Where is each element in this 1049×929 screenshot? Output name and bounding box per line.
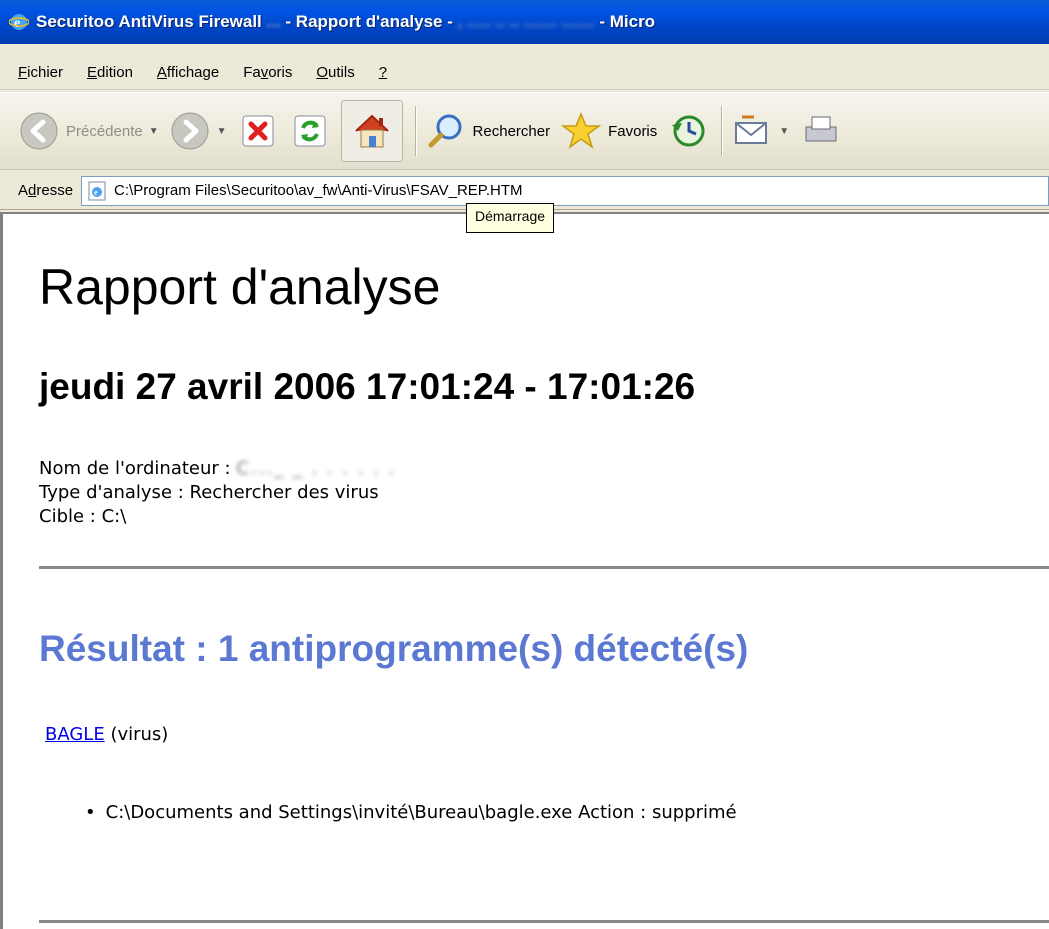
svg-text:e: e xyxy=(94,188,98,197)
stop-button[interactable] xyxy=(237,110,279,152)
stop-icon xyxy=(237,110,279,152)
print-icon xyxy=(799,110,841,152)
home-tooltip: Démarrage xyxy=(466,203,555,233)
threat-name-link[interactable]: BAGLE xyxy=(45,724,105,745)
back-label: Précédente xyxy=(66,122,143,140)
list-item: C:\Documents and Settings\invité\Bureau\… xyxy=(85,802,737,823)
history-button[interactable] xyxy=(667,110,709,152)
favorites-star-icon xyxy=(560,110,602,152)
menu-outils[interactable]: Outils xyxy=(316,64,354,81)
forward-dropdown-arrow-icon[interactable]: ▼ xyxy=(217,126,227,137)
scan-info: Nom de l'ordinateur : C..._ _ . . . . . … xyxy=(39,457,396,529)
window-title-bar[interactable]: e Securitoo AntiVirus Firewall ... - Rap… xyxy=(0,0,1049,44)
home-icon xyxy=(340,100,403,162)
threat-entry: BAGLE (virus) xyxy=(45,724,168,745)
report-title: Rapport d'analyse xyxy=(39,259,441,315)
favorites-button[interactable]: Favoris xyxy=(560,110,657,152)
refresh-button[interactable] xyxy=(289,110,331,152)
standard-toolbar: Précédente ▼ ▼ Rechercher Favoris ▼ xyxy=(0,92,1049,170)
menu-edition[interactable]: Edition xyxy=(87,64,133,81)
page-icon: e xyxy=(86,180,108,202)
back-button[interactable]: Précédente ▼ xyxy=(18,110,159,152)
forward-button[interactable]: ▼ xyxy=(169,110,227,152)
mail-dropdown-arrow-icon[interactable]: ▼ xyxy=(779,126,789,137)
history-icon xyxy=(667,110,709,152)
divider xyxy=(39,566,1049,569)
window-title: Securitoo AntiVirus Firewall ... - Rappo… xyxy=(36,12,656,31)
forward-icon xyxy=(169,110,211,152)
scan-target-line: Cible : C:\ xyxy=(39,506,127,527)
computer-name-line: Nom de l'ordinateur : C..._ _ . . . . . … xyxy=(39,458,397,479)
infected-files-list: C:\Documents and Settings\invité\Bureau\… xyxy=(85,802,737,823)
mail-icon xyxy=(731,110,773,152)
menu-fichier[interactable]: Fichier xyxy=(18,64,63,81)
menu-affichage[interactable]: Affichage xyxy=(157,64,219,81)
refresh-icon xyxy=(289,110,331,152)
address-url: C:\Program Files\Securitoo\av_fw\Anti-Vi… xyxy=(114,182,523,199)
favorites-label: Favoris xyxy=(608,122,658,140)
result-heading: Résultat : 1 antiprogramme(s) détecté(s) xyxy=(39,628,749,669)
menu-bar: Fichier Edition Affichage Favoris Outils… xyxy=(0,56,1049,90)
menu-help[interactable]: ? xyxy=(379,64,387,81)
divider xyxy=(39,920,1049,923)
toolbar-separator xyxy=(721,106,724,156)
scan-type-line: Type d'analyse : Rechercher des virus xyxy=(39,482,379,503)
page-content: Rapport d'analyse jeudi 27 avril 2006 17… xyxy=(0,212,1049,929)
search-icon xyxy=(425,110,467,152)
address-label: Adresse xyxy=(18,182,74,199)
menu-favoris[interactable]: Favoris xyxy=(243,64,292,81)
toolbar-separator xyxy=(414,106,417,156)
print-button[interactable] xyxy=(799,110,841,152)
search-button[interactable]: Rechercher xyxy=(425,110,551,152)
internet-explorer-icon: e xyxy=(8,11,30,33)
back-icon xyxy=(18,110,60,152)
home-button[interactable] xyxy=(340,100,403,162)
computer-name-redacted: C... xyxy=(236,458,275,479)
address-input[interactable]: e C:\Program Files\Securitoo\av_fw\Anti-… xyxy=(81,175,1049,206)
back-dropdown-arrow-icon[interactable]: ▼ xyxy=(149,126,159,137)
search-label: Rechercher xyxy=(472,122,551,140)
report-date: jeudi 27 avril 2006 17:01:24 - 17:01:26 xyxy=(39,366,696,407)
mail-button[interactable]: ▼ xyxy=(731,110,789,152)
threat-type: (virus) xyxy=(110,724,169,745)
